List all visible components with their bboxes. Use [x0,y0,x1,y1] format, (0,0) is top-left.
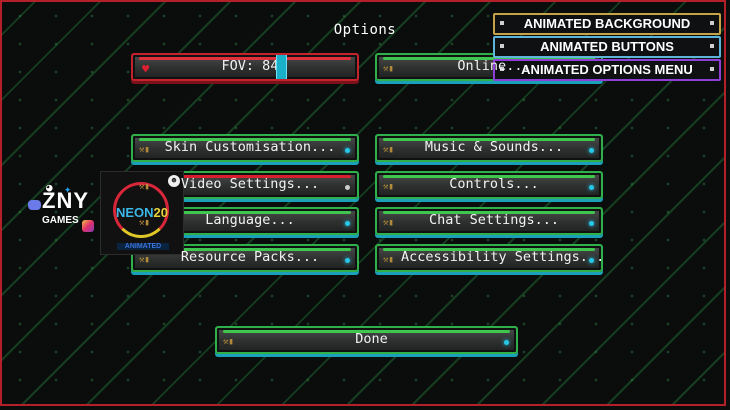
skin-customisation-button[interactable]: ⚒▮ Skin Customisation... [131,134,359,162]
brand-logo: ◕ ✦ ZNY GAMES [26,181,102,244]
brand-sub: GAMES [42,215,79,226]
mod-item-label: ANIMATED BUTTONS [540,39,674,54]
resource-packs-button[interactable]: ⚒▮ Resource Packs... [131,244,359,272]
mod-item-animated-background[interactable]: ANIMATED BACKGROUND [493,13,721,35]
discord-icon [28,200,41,210]
instagram-icon [82,220,94,232]
bullet-icon [710,44,714,48]
status-led-icon [345,221,350,226]
chat-settings-button[interactable]: ⚒▮ Chat Settings... [375,207,603,235]
bullet-icon [500,44,504,48]
done-button[interactable]: ⚒▮ Done [215,326,518,354]
heart-icon: ♥ [142,62,150,76]
pickaxe-icon: ⚒▮ [383,145,394,155]
controls-button[interactable]: ⚒▮ Controls... [375,171,603,199]
fov-slider[interactable]: ♥ FOV: 84 [131,53,359,81]
controls-label: Controls... [449,176,539,192]
language-label: Language... [205,212,295,228]
status-led-icon [589,185,594,190]
fov-slider-handle[interactable] [276,55,287,79]
status-led-icon [504,340,509,345]
screen-frame: Options ♥ FOV: 84 ⚒▮ Online... ⚒▮ Skin C… [0,0,726,406]
online-label: Online... [457,58,531,74]
music-label: Music & Sounds... [424,139,564,155]
bullet-icon [710,67,714,71]
pickaxe-icon: ⚒▮ [139,255,150,265]
brand-name: ZNY [42,188,89,213]
status-led-icon [345,148,350,153]
status-led-icon [589,148,594,153]
mod-item-animated-buttons[interactable]: ANIMATED BUTTONS [493,36,721,58]
status-led-icon [589,221,594,226]
video-label: Video Settings... [180,176,320,192]
pickaxe-icon: ⚒▮ [139,182,150,192]
logo-title-b: 20 [153,205,169,220]
bullet-icon [710,21,714,25]
status-led-icon [345,258,350,263]
mod-item-label: ANIMATED OPTIONS MENU [521,62,693,77]
done-label: Done [355,331,388,347]
pickaxe-icon: ⚒▮ [139,218,150,228]
mod-item-label: ANIMATED BACKGROUND [523,16,691,31]
music-sounds-button[interactable]: ⚒▮ Music & Sounds... [375,134,603,162]
chat-label: Chat Settings... [428,212,560,228]
pickaxe-icon: ⚒▮ [383,64,394,74]
status-led-icon [345,185,350,190]
status-led-icon [589,258,594,263]
pickaxe-icon: ⚒▮ [223,337,234,347]
skin-label: Skin Customisation... [164,139,336,155]
bullet-icon [500,21,504,25]
pickaxe-icon: ⚒▮ [383,182,394,192]
resource-label: Resource Packs... [180,249,320,265]
accessibility-settings-button[interactable]: ⚒▮ Accessibility Settings... [375,244,603,272]
pickaxe-icon: ⚒▮ [383,218,394,228]
accessibility-label: Accessibility Settings... [401,249,603,265]
